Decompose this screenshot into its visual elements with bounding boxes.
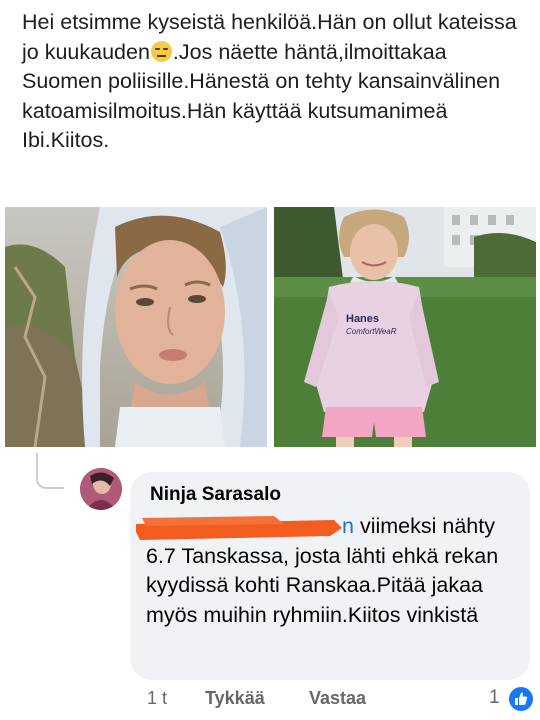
photo-right-image: Hanes ComfortWeaR — [274, 207, 536, 447]
avatar-image — [80, 468, 122, 510]
shirt-text-1: Hanes — [346, 313, 379, 325]
photo-right[interactable]: Hanes ComfortWeaR — [274, 207, 536, 447]
shirt-text-2: ComfortWeaR — [346, 327, 397, 336]
comment-mention-tail[interactable]: n — [342, 514, 354, 538]
avatar[interactable] — [80, 468, 122, 510]
reaction-count[interactable]: 1 — [489, 687, 500, 709]
reply-button[interactable]: Vastaa — [309, 688, 366, 709]
comment-thread-line — [36, 453, 64, 489]
comment-text: n viimeksi nähty 6.7 Tanskassa, josta lä… — [146, 512, 516, 630]
like-button[interactable]: Tykkää — [205, 688, 265, 709]
expressionless-face-emoji-icon — [150, 40, 172, 62]
photo-left[interactable] — [5, 207, 267, 447]
post-text: Hei etsimme kyseistä henkilöä.Hän on oll… — [22, 8, 532, 156]
comment-author[interactable]: Ninja Sarasalo — [150, 484, 281, 506]
thumbs-up-icon[interactable] — [507, 685, 535, 713]
photo-left-image — [5, 207, 267, 447]
comment-body: viimeksi nähty 6.7 Tanskassa, josta läht… — [146, 514, 499, 627]
comment-time[interactable]: 1 t — [147, 688, 167, 709]
comment-bubble: Ninja Sarasalo n viimeksi nähty 6.7 Tans… — [130, 472, 530, 680]
thumbs-up-glyph — [515, 692, 528, 705]
